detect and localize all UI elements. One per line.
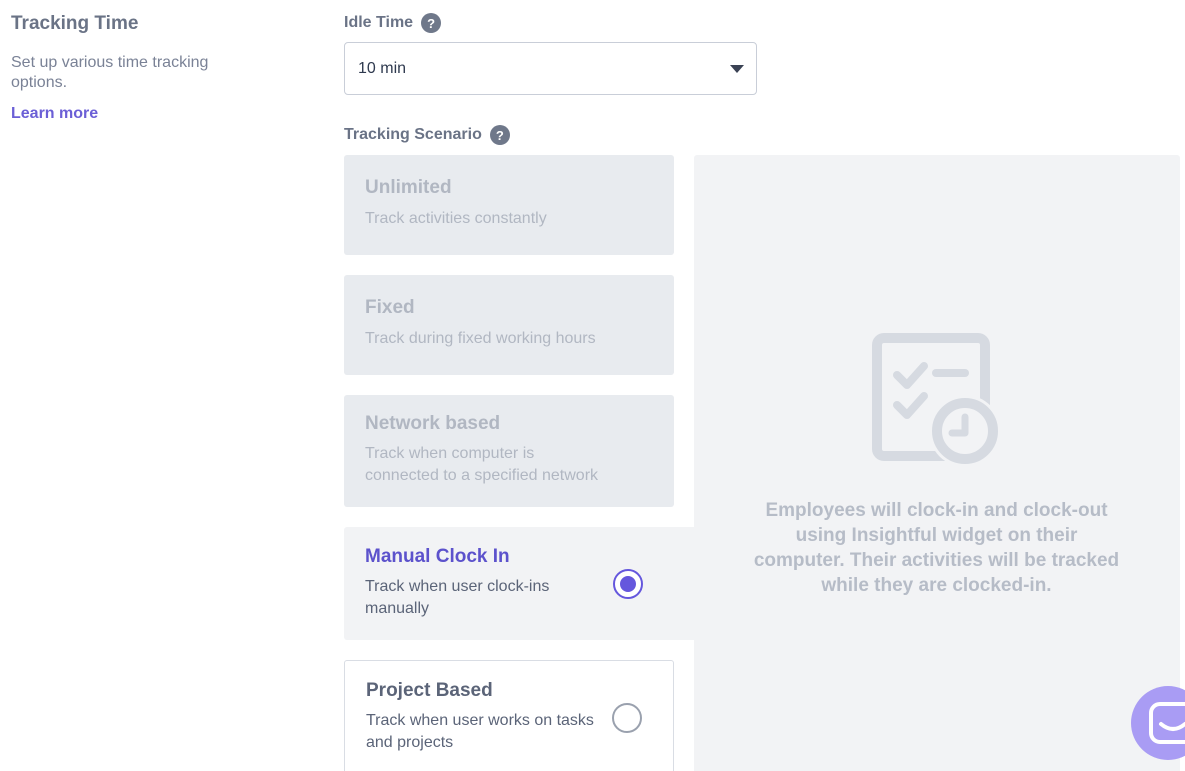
radio-selected[interactable] [613, 568, 643, 599]
idle-time-value: 10 min [358, 59, 407, 77]
scenario-card-project-based[interactable]: Project Based Track when user works on t… [344, 660, 674, 771]
learn-more-link[interactable]: Learn more [11, 105, 98, 123]
scenario-title: Project Based [366, 680, 493, 701]
tracking-scenario-label: Tracking Scenario ? [344, 125, 510, 145]
checklist-clock-icon [872, 333, 1001, 467]
section-description: Set up various time tracking options. [11, 54, 209, 91]
scenario-preview-panel: Employees will clock-in and clock-out us… [694, 155, 1180, 771]
help-icon[interactable]: ? [489, 125, 510, 145]
scenario-title: Manual Clock In [365, 546, 510, 567]
scenario-title: Network based [365, 413, 501, 434]
preview-description: Employees will clock-in and clock-out us… [753, 500, 1120, 596]
scenario-card-unlimited: Unlimited Track activities constantly [344, 155, 674, 255]
scenario-description: Track when user works on tasks and proje… [366, 712, 594, 751]
scenario-description: Track activities constantly [365, 210, 547, 227]
scenario-description: Track during fixed working hours [365, 330, 596, 347]
idle-time-select[interactable]: 10 min [344, 42, 757, 95]
scenario-card-fixed: Fixed Track during fixed working hours [344, 275, 674, 375]
radio-unselected[interactable] [612, 703, 642, 733]
caret-down-icon [730, 65, 744, 73]
chat-smile-icon [1149, 702, 1185, 744]
scenario-card-network-based: Network based Track when computer is con… [344, 395, 674, 507]
chat-launcher-button[interactable] [1131, 686, 1185, 760]
scenario-title: Fixed [365, 297, 415, 318]
scenario-description: Track when computer is connected to a sp… [365, 445, 599, 484]
scenario-description: Track when user clock-ins manually [365, 578, 550, 617]
idle-time-label: Idle Time ? [344, 13, 442, 33]
section-title: Tracking Time [11, 13, 139, 34]
idle-time-label-text: Idle Time [344, 14, 414, 31]
scenario-title: Unlimited [365, 177, 452, 198]
scenario-card-manual-clock-in[interactable]: Manual Clock In Track when user clock-in… [344, 527, 694, 640]
help-icon[interactable]: ? [421, 13, 442, 33]
tracking-scenario-label-text: Tracking Scenario [344, 126, 482, 143]
